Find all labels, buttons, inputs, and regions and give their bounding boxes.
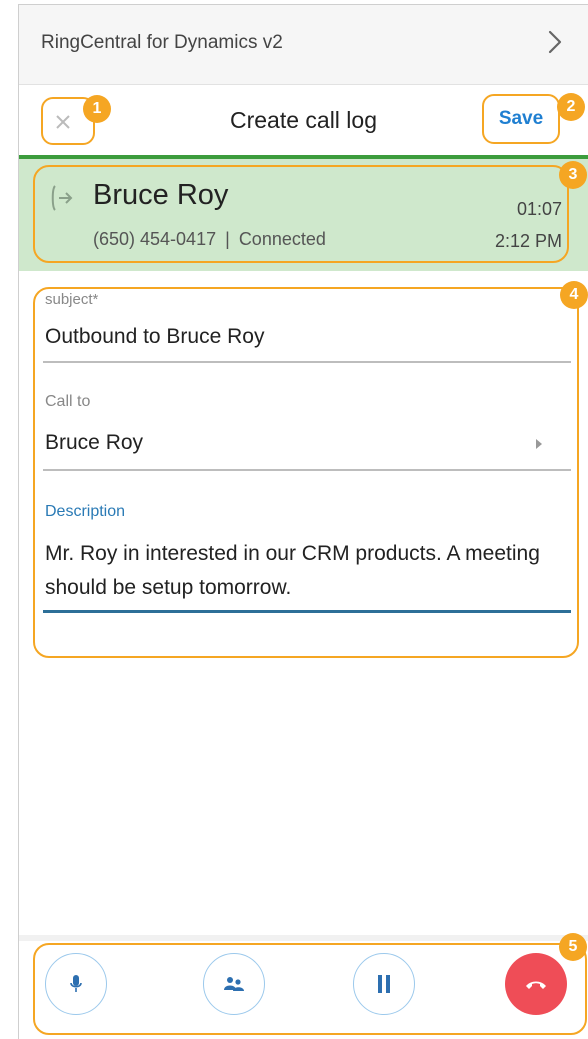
app-title: RingCentral for Dynamics v2 <box>41 32 283 53</box>
hangup-icon <box>526 981 546 989</box>
transfer-button[interactable] <box>203 953 265 1015</box>
controls-separator <box>19 935 588 941</box>
call-details: (650) 454-0417 | Connected <box>93 229 326 250</box>
description-label: Description <box>45 503 126 520</box>
annotation-badge-3: 3 <box>559 161 587 189</box>
annotation-badge-4: 4 <box>560 281 588 309</box>
subject-field[interactable]: Outbound to Bruce Roy <box>45 325 264 349</box>
call-time: 2:12 PM <box>494 231 562 251</box>
description-underline <box>43 610 571 613</box>
details-separator: | <box>225 229 230 249</box>
app-topbar: RingCentral for Dynamics v2 <box>19 5 588 85</box>
caret-right-icon[interactable] <box>536 439 542 449</box>
call-to-divider <box>43 469 571 471</box>
call-to-field[interactable]: Bruce Roy <box>45 431 143 455</box>
subject-label: subject* <box>45 291 99 308</box>
call-to-label: Call to <box>45 393 91 410</box>
app-window: RingCentral for Dynamics v2 1 Create cal… <box>18 4 588 1039</box>
description-field[interactable]: Mr. Roy in interested in our CRM product… <box>45 537 545 605</box>
annotation-badge-2: 2 <box>557 93 585 121</box>
call-status: Connected <box>238 229 326 249</box>
pause-icon <box>378 975 390 993</box>
call-duration: 01:07 <box>516 199 562 219</box>
annotation-outline-controls <box>33 943 587 1035</box>
hangup-button[interactable] <box>505 953 567 1015</box>
outbound-call-icon <box>49 183 75 218</box>
mute-button[interactable] <box>45 953 107 1015</box>
caller-phone: (650) 454-0417 <box>93 229 217 249</box>
microphone-icon <box>70 975 82 992</box>
transfer-icon <box>224 977 244 991</box>
hold-button[interactable] <box>353 953 415 1015</box>
chevron-right-icon[interactable] <box>542 27 568 57</box>
active-call-card: 3 Bruce Roy (650) 454-0417 | Connected 0… <box>19 159 588 271</box>
save-button[interactable]: Save <box>482 94 560 144</box>
subject-divider <box>43 361 571 363</box>
page-header: 1 Create call log Save 2 <box>19 85 588 157</box>
caller-name: Bruce Roy <box>93 179 229 211</box>
annotation-badge-5: 5 <box>559 933 587 961</box>
